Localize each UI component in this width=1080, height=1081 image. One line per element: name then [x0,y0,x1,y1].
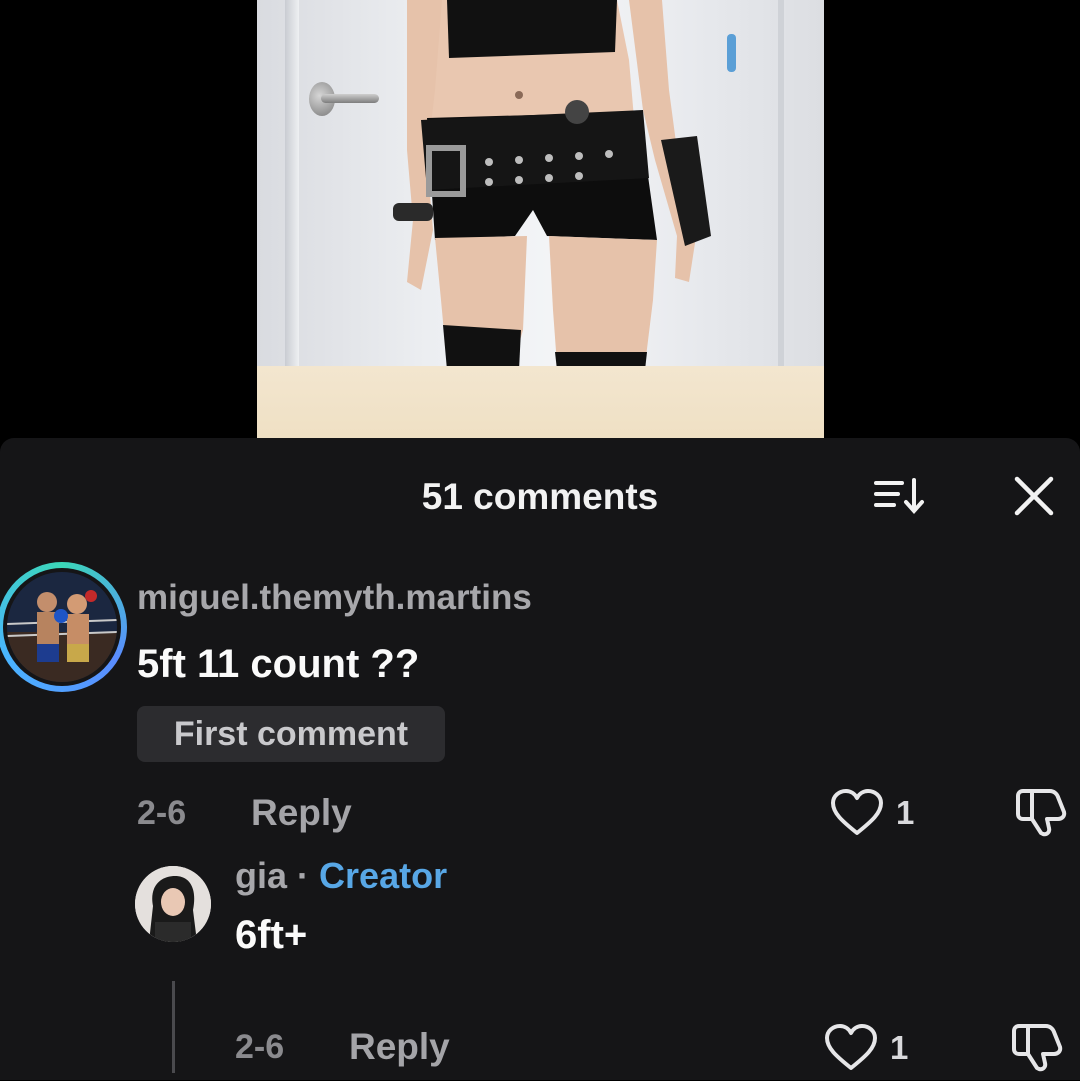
comment-username[interactable]: miguel.themyth.martins [137,578,532,618]
like-count: 1 [896,794,915,831]
dislike-button[interactable] [1014,788,1068,838]
video-player[interactable] [0,0,1080,438]
bathroom-counter [257,366,824,438]
like-button[interactable]: 1 [824,1023,914,1073]
separator-dot: · [297,855,310,896]
boxing-match-avatar-image [7,572,117,682]
comment-item: miguel.themyth.martins 5ft 11 count ?? F… [0,560,1080,850]
thumbs-down-icon [1016,789,1067,837]
comments-panel: 51 comments miguel.themyth.martins 5ft 1… [0,438,1080,1080]
sort-icon [874,478,924,515]
like-button[interactable]: 1 [830,788,920,838]
thumbs-down-icon [1012,1024,1063,1072]
close-button[interactable] [1012,476,1056,516]
heart-icon [831,789,883,835]
comment-text: 5ft 11 count ?? [137,642,420,686]
reply-comment-item: gia · Creator 6ft+ 2-6 Reply 1 [0,855,1080,1081]
first-comment-badge: First comment [137,706,445,762]
video-frame[interactable] [257,0,824,438]
thread-line [172,981,175,1073]
avatar[interactable] [0,562,127,692]
comment-text: 6ft+ [235,913,308,957]
comment-date: 2-6 [235,1028,285,1066]
like-count: 1 [890,1029,909,1066]
creator-badge: Creator [319,855,448,896]
dislike-button[interactable] [1010,1023,1064,1073]
creator-avatar-image [135,866,211,942]
sort-button[interactable] [872,476,928,516]
close-icon [1014,476,1054,516]
comment-date: 2-6 [137,794,187,832]
heart-icon [825,1024,877,1070]
comment-username[interactable]: gia [235,855,287,896]
reply-button[interactable]: Reply [251,792,352,834]
creator-name-row: gia · Creator [235,855,447,897]
avatar[interactable] [135,866,211,942]
reply-button[interactable]: Reply [349,1026,450,1068]
